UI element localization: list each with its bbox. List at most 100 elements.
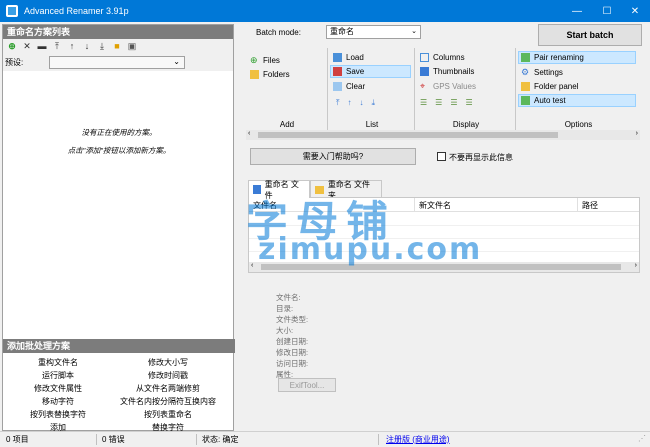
scrollbar-thumb[interactable]: [258, 132, 558, 138]
move-up-icon[interactable]: ↑: [348, 98, 352, 108]
move-bottom-icon[interactable]: ⤓: [97, 41, 107, 51]
column-path[interactable]: 路径: [582, 200, 598, 211]
maximize-button[interactable]: ☐: [592, 0, 622, 22]
gps-values-button[interactable]: ⌖ GPS Values: [418, 80, 476, 93]
column-divider[interactable]: [414, 198, 415, 212]
view-list-icon[interactable]: ☰: [420, 98, 427, 107]
add-files-button[interactable]: ⊕ Files: [248, 54, 280, 67]
column-divider[interactable]: [577, 198, 578, 212]
tab-rename-files[interactable]: 重命名 文件: [248, 180, 310, 200]
remove-method-icon[interactable]: ✕: [22, 41, 32, 51]
clear-list-button[interactable]: Clear: [331, 80, 365, 93]
status-state: 状态: 确定: [202, 435, 239, 444]
file-icon: [253, 185, 261, 194]
folder-icon: [250, 70, 259, 79]
add-folders-button[interactable]: Folders: [248, 68, 290, 81]
view-tiles-icon[interactable]: ☰: [450, 98, 457, 107]
display-view-icons: ☰ ☰ ☰ ☰: [420, 98, 473, 107]
scroll-left-icon[interactable]: ‹: [251, 262, 253, 269]
columns-icon: [420, 53, 429, 62]
prop-filename-label: 文件名:: [276, 293, 301, 302]
batch-mode-value: 重命名: [330, 27, 354, 36]
method-item[interactable]: 重构文件名: [3, 357, 113, 368]
app-icon: [6, 5, 18, 17]
gps-pin-icon: ⌖: [420, 81, 426, 91]
move-top-icon[interactable]: ⤒: [336, 98, 340, 108]
method-item[interactable]: 修改文件属性: [3, 383, 113, 394]
scroll-right-icon[interactable]: ›: [636, 130, 638, 137]
prop-created-label: 创建日期:: [276, 337, 309, 346]
list-group-label: List: [365, 120, 379, 129]
save-preset-icon[interactable]: ▣: [127, 41, 137, 51]
empty-method-text-1: 没有正在使用的方案。: [81, 128, 157, 137]
status-divider: [378, 434, 379, 445]
thumbnails-icon: [420, 67, 429, 76]
load-label: Load: [346, 53, 364, 62]
pair-renaming-label: Pair renaming: [534, 53, 584, 62]
method-list-header: 重命名方案列表: [3, 25, 233, 39]
method-item[interactable]: 按列表替换字符: [3, 409, 113, 420]
pair-renaming-toggle[interactable]: Pair renaming: [518, 51, 636, 64]
method-item[interactable]: 移动字符: [3, 396, 113, 407]
plus-icon: ⊕: [250, 55, 258, 65]
prop-directory-label: 目录:: [276, 304, 294, 313]
method-item[interactable]: 修改时间戳: [103, 370, 233, 381]
exiftool-button[interactable]: ExifTool...: [278, 378, 336, 392]
method-item[interactable]: 运行脚本: [3, 370, 113, 381]
move-up-icon[interactable]: ↑: [67, 41, 77, 51]
method-item[interactable]: 修改大小写: [103, 357, 233, 368]
start-batch-button[interactable]: Start batch: [538, 24, 642, 46]
resize-grip-icon[interactable]: ⋰: [638, 434, 646, 443]
save-list-button[interactable]: Save: [330, 65, 411, 78]
batch-mode-select[interactable]: 重命名 ⌄: [326, 25, 421, 39]
close-button[interactable]: ✕: [620, 0, 650, 22]
getting-started-button[interactable]: 需要入门帮助吗?: [250, 148, 416, 165]
scroll-left-icon[interactable]: ‹: [248, 130, 250, 137]
minimize-button[interactable]: —: [562, 0, 592, 22]
move-down-icon[interactable]: ↓: [360, 98, 364, 108]
add-folders-label: Folders: [263, 70, 290, 79]
move-down-icon[interactable]: ↓: [82, 41, 92, 51]
scroll-right-icon[interactable]: ›: [635, 262, 637, 269]
register-link[interactable]: 注册版 (商业用途): [386, 434, 450, 445]
ribbon-scrollbar[interactable]: ‹ ›: [246, 130, 640, 140]
columns-button[interactable]: Columns: [418, 51, 465, 64]
empty-method-text-2: 点击"添加"按钮以添加新方案。: [67, 146, 171, 155]
save-icon: [333, 67, 342, 76]
auto-test-toggle[interactable]: Auto test: [518, 94, 636, 107]
gps-values-label: GPS Values: [433, 82, 476, 91]
method-item[interactable]: 按列表重命名: [103, 409, 233, 420]
move-bottom-icon[interactable]: ⤓: [372, 98, 376, 108]
column-new-filename[interactable]: 新文件名: [419, 200, 451, 211]
method-item[interactable]: 文件名内按分隔符互换内容: [103, 396, 233, 407]
move-top-icon[interactable]: ⤒: [52, 41, 62, 51]
add-files-label: Files: [263, 56, 280, 65]
options-group-label: Options: [564, 120, 593, 129]
method-item[interactable]: 从文件名两端修剪: [103, 383, 233, 394]
folder-icon: [521, 82, 530, 91]
view-details-icon[interactable]: ☰: [435, 98, 442, 107]
preset-label: 预设:: [5, 57, 24, 67]
preset-select[interactable]: ⌄: [49, 56, 185, 69]
check-icon: [521, 96, 530, 105]
settings-button[interactable]: ⚙ Settings: [519, 66, 563, 79]
prop-size-label: 大小:: [276, 326, 294, 335]
window-title: Advanced Renamer 3.91p: [24, 6, 129, 16]
status-items-count: 0 项目: [6, 435, 29, 444]
load-list-button[interactable]: Load: [331, 51, 364, 64]
batch-methods-header: 添加批处理方案: [3, 339, 235, 353]
auto-test-label: Auto test: [534, 96, 566, 105]
add-method-icon[interactable]: ⊕: [7, 41, 17, 51]
folder-panel-button[interactable]: Folder panel: [519, 80, 578, 93]
title-bar: Advanced Renamer 3.91p — ☐ ✕: [0, 0, 650, 22]
view-icons-icon[interactable]: ☰: [466, 98, 473, 107]
thumbnails-button[interactable]: Thumbnails: [418, 65, 474, 78]
clear-methods-icon[interactable]: ▬: [37, 41, 47, 51]
status-divider: [196, 434, 197, 445]
clear-icon: [333, 82, 342, 91]
dont-show-checkbox[interactable]: [437, 152, 446, 161]
columns-label: Columns: [433, 53, 465, 62]
dont-show-label: 不要再显示此信息: [449, 153, 513, 162]
folder-panel-label: Folder panel: [534, 82, 579, 91]
open-folder-icon[interactable]: ■: [112, 41, 122, 51]
